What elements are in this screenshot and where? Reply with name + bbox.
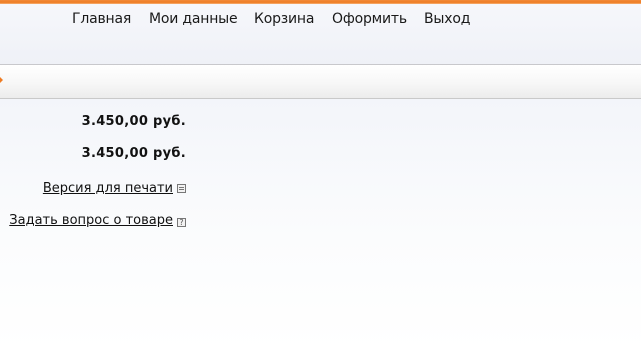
nav-item-logout[interactable]: Выход <box>424 11 470 27</box>
ask-question-row: Задать вопрос о товаре? <box>9 209 186 228</box>
print-icon[interactable] <box>177 184 186 193</box>
price-value-total: 3.450,00 руб. <box>81 146 186 161</box>
ask-question-link[interactable]: Задать вопрос о товаре <box>9 213 173 228</box>
arrow-right-icon <box>0 77 3 83</box>
header: Главная Мои данные Корзина Оформить Выхо… <box>0 4 641 64</box>
nav-item-checkout[interactable]: Оформить <box>332 11 407 27</box>
breadcrumb-bar <box>0 65 641 98</box>
product-details: 3.450,00 руб. 3.450,00 руб. Версия для п… <box>0 99 641 351</box>
print-version-link[interactable]: Версия для печати <box>43 181 173 196</box>
nav-item-home[interactable]: Главная <box>72 11 131 27</box>
nav-item-my-data[interactable]: Мои данные <box>149 11 238 27</box>
nav-item-cart[interactable]: Корзина <box>254 11 314 27</box>
price-value: 3.450,00 руб. <box>81 114 186 129</box>
print-version-row: Версия для печати <box>43 177 186 196</box>
question-icon[interactable]: ? <box>177 218 186 227</box>
